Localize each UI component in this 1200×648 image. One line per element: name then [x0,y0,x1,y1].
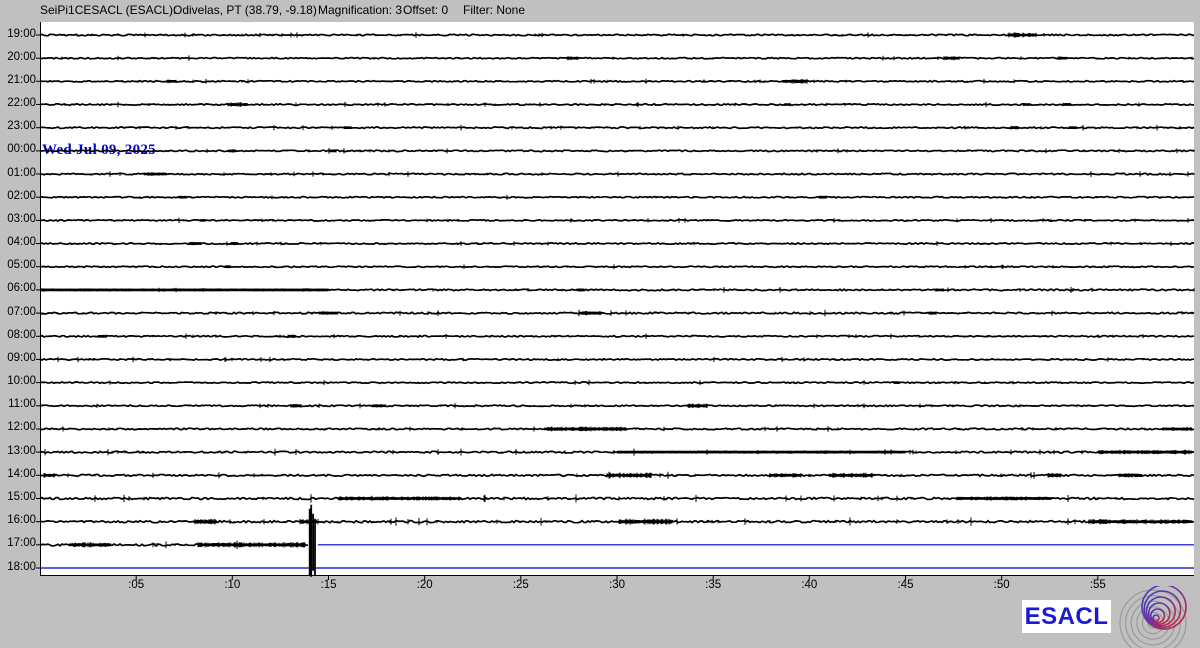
minute-tick-label: :20 [408,579,442,591]
station-id-label: SeiPi1CESACL (ESACL): [40,3,176,17]
row-time-label: 23:00 [0,120,36,132]
minute-tick-label: :30 [600,579,634,591]
row-time-label: 05:00 [0,259,36,271]
offset-label: Offset: 0 [403,3,448,17]
esacl-logo-text: ESACL [1025,603,1109,631]
row-time-label: 07:00 [0,306,36,318]
minute-tick-label: :25 [504,579,538,591]
header-bar: SeiPi1CESACL (ESACL): Odivelas, PT (38.7… [0,0,1200,22]
row-time-label: 01:00 [0,167,36,179]
row-time-label: 16:00 [0,514,36,526]
minute-tick-label: :10 [215,579,249,591]
minute-tick-label: :35 [696,579,730,591]
concentric-spiral-icon [1118,586,1200,648]
helicorder-window: SeiPi1CESACL (ESACL): Odivelas, PT (38.7… [0,0,1200,648]
row-time-label: 13:00 [0,445,36,457]
row-time-label: 06:00 [0,282,36,294]
row-time-label: 17:00 [0,537,36,549]
magnification-label: Magnification: 3 [318,3,402,17]
row-time-label: 19:00 [0,28,36,40]
row-time-label: 11:00 [0,398,36,410]
minute-tick-label: :50 [985,579,1019,591]
row-time-label: 15:00 [0,491,36,503]
filter-label: Filter: None [463,3,525,17]
minute-tick-label: :05 [119,579,153,591]
row-time-label: 09:00 [0,352,36,364]
plot-area [40,22,1194,575]
row-time-label: 21:00 [0,74,36,86]
minute-tick-label: :55 [1081,579,1115,591]
row-time-label: 03:00 [0,213,36,225]
minute-tick-label: :45 [889,579,923,591]
row-time-label: 14:00 [0,468,36,480]
row-time-label: 20:00 [0,51,36,63]
row-time-label: 18:00 [0,561,36,573]
date-marker: Wed Jul 09, 2025 [42,142,156,159]
row-time-label: 08:00 [0,329,36,341]
row-time-label: 02:00 [0,190,36,202]
minute-tick-label: :40 [792,579,826,591]
esacl-logo-link[interactable]: ESACL [1022,600,1111,633]
row-time-label: 22:00 [0,97,36,109]
row-time-label: 00:00 [0,143,36,155]
row-time-label: 04:00 [0,236,36,248]
row-time-label: 10:00 [0,375,36,387]
station-location-label: Odivelas, PT (38.79, -9.18) [173,3,317,17]
minute-tick-label: :15 [312,579,346,591]
row-time-label: 12:00 [0,421,36,433]
